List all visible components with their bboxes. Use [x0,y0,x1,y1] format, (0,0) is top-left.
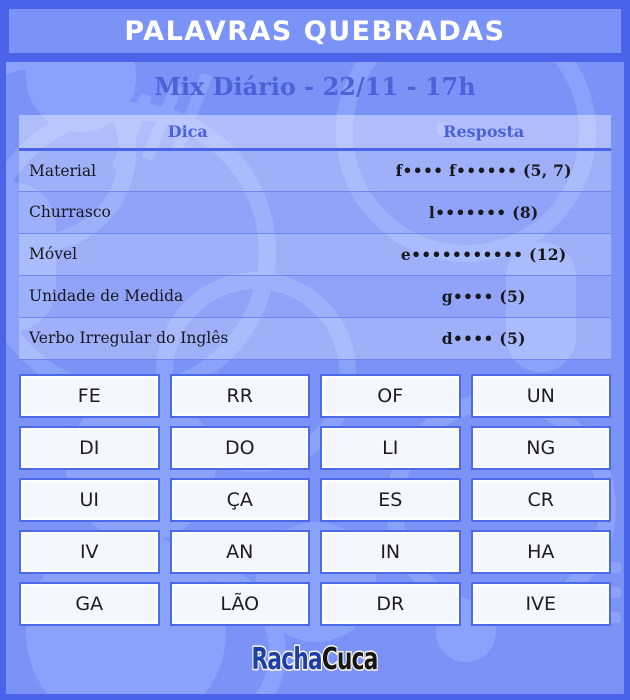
syllable-tile[interactable]: LI [320,425,461,470]
answer-cell: f•••• f•••••• (5, 7) [356,149,611,192]
page-title: PALAVRAS QUEBRADAS [124,15,506,47]
game-page: PALAVRAS QUEBRADAS Mix Diário - 22/11 - … [0,0,630,700]
syllable-tile[interactable]: DO [169,425,310,470]
table-header-row: Dica Resposta [19,115,611,151]
app-header: PALAVRAS QUEBRADAS [6,6,624,56]
syllable-tile[interactable]: UN [470,373,611,418]
logo-text-cuca: Cuca [321,641,380,679]
syllable-tile[interactable]: IV [19,529,160,574]
column-header-answer: Resposta [356,115,611,151]
answer-cell: g•••• (5) [356,275,611,318]
syllable-tile[interactable]: UI [19,477,160,522]
syllable-tile[interactable]: AN [169,529,310,574]
table-row: Verbo Irregular do Inglês d•••• (5) [19,317,611,360]
answer-cell: l••••••• (8) [356,191,611,234]
syllable-tile[interactable]: DI [19,425,160,470]
syllable-tile[interactable]: IVE [470,581,611,626]
table-row: Churrasco l••••••• (8) [19,191,611,234]
clues-table: Dica Resposta Material f•••• f•••••• (5,… [19,115,611,360]
clue-cell: Móvel [19,233,357,276]
syllable-tile[interactable]: OF [320,373,461,418]
syllable-tile[interactable]: DR [320,581,461,626]
clue-cell: Unidade de Medida [19,275,357,318]
logo-text-racha: Racha [251,641,324,679]
table-row: Material f•••• f•••••• (5, 7) [19,149,611,192]
main-stage: Mix Diário - 22/11 - 17h Dica Resposta M… [6,56,624,626]
syllable-tile-grid: FE RR OF UN DI DO LI NG UI ÇA ES CR IV A… [19,373,611,626]
clue-cell: Churrasco [19,191,357,234]
clues-table-head: Dica Resposta [19,115,611,151]
table-row: Unidade de Medida g•••• (5) [19,275,611,318]
syllable-tile[interactable]: ES [320,477,461,522]
syllable-tile[interactable]: HA [470,529,611,574]
table-row: Móvel e••••••••••• (12) [19,233,611,276]
clues-table-body: Material f•••• f•••••• (5, 7) Churrasco … [19,149,611,360]
column-header-clue: Dica [19,115,357,151]
rachacuca-logo[interactable]: RachaCuca [251,641,380,679]
syllable-tile[interactable]: ÇA [169,477,310,522]
syllable-tile[interactable]: LÃO [169,581,310,626]
syllable-tile[interactable]: CR [470,477,611,522]
syllable-tile[interactable]: FE [19,373,160,418]
answer-cell: d•••• (5) [356,317,611,360]
syllable-tile[interactable]: NG [470,425,611,470]
clue-cell: Material [19,149,357,192]
clue-cell: Verbo Irregular do Inglês [19,317,357,360]
puzzle-subtitle: Mix Diário - 22/11 - 17h [154,72,476,101]
syllable-tile[interactable]: GA [19,581,160,626]
footer: RachaCuca [6,626,624,694]
syllable-tile[interactable]: IN [320,529,461,574]
answer-cell: e••••••••••• (12) [356,233,611,276]
syllable-tile[interactable]: RR [169,373,310,418]
